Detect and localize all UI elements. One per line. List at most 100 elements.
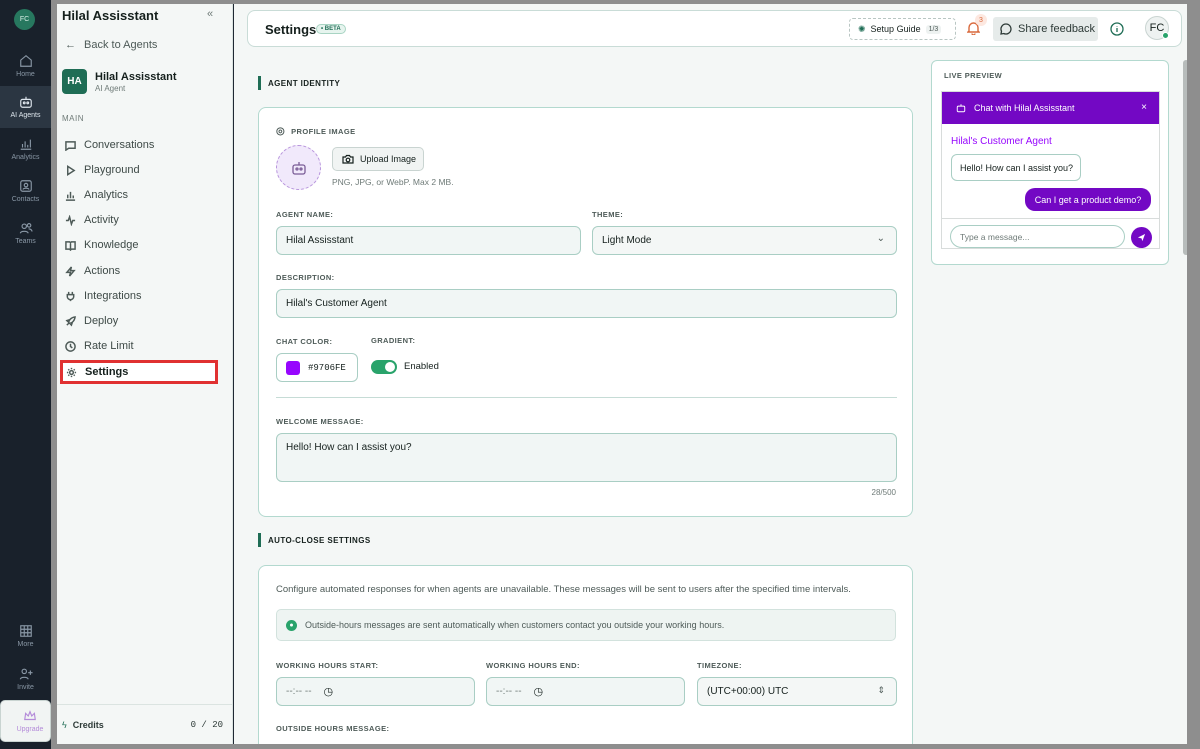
page-header: Settings • BETA ✺ Setup Guide 1/3 3 Shar… xyxy=(247,10,1182,47)
rail-label: AI Agents xyxy=(10,112,41,119)
rail-label: Contacts xyxy=(11,196,40,203)
sidebar-item-label: Conversations xyxy=(84,139,155,151)
sidebar-item-settings[interactable]: Settings xyxy=(60,360,218,384)
notification-count: 3 xyxy=(975,14,987,26)
chat-color-value: #9706FE xyxy=(308,362,346,373)
info-icon[interactable] xyxy=(1110,22,1124,39)
workspace-avatar[interactable]: FC xyxy=(14,9,35,30)
sidebar-item-analytics[interactable]: Analytics xyxy=(62,184,218,206)
sidebar-item-activity[interactable]: Activity xyxy=(62,209,218,231)
arrow-left-icon: ← xyxy=(65,39,76,51)
credits-label: Credits xyxy=(72,719,104,730)
chevron-down-icon: ⌄ xyxy=(876,233,885,244)
send-button[interactable] xyxy=(1131,227,1152,248)
bar-chart-icon xyxy=(65,191,76,201)
sidebar-item-conversations[interactable]: Conversations xyxy=(62,134,218,156)
timezone-value: (UTC+00:00) UTC xyxy=(707,686,789,697)
online-status-dot xyxy=(1162,32,1169,39)
profile-image-placeholder[interactable] xyxy=(276,145,321,190)
chat-input-placeholder: Type a message... xyxy=(960,231,1030,242)
gradient-toggle[interactable] xyxy=(371,360,397,374)
lightning-icon: ϟ xyxy=(62,719,67,730)
rail-item-home[interactable]: Home xyxy=(0,45,51,87)
description-label: DESCRIPTION: xyxy=(276,273,335,282)
sidebar-item-label: Settings xyxy=(85,366,129,378)
rail-label: Analytics xyxy=(11,154,40,161)
working-hours-start-label: WORKING HOURS START: xyxy=(276,661,379,670)
chat-agent-name: Hilal's Customer Agent xyxy=(951,136,1052,147)
description-input[interactable]: Hilal's Customer Agent xyxy=(276,289,897,318)
sidebar-item-label: Playground xyxy=(84,164,140,176)
section-title-auto-close: AUTO-CLOSE SETTINGS xyxy=(258,533,371,547)
sidebar-item-rate-limit[interactable]: Rate Limit xyxy=(62,335,218,357)
clock-icon xyxy=(65,340,76,352)
scrollbar[interactable] xyxy=(1183,60,1187,255)
home-icon xyxy=(19,55,32,67)
working-hours-start-input[interactable]: --:-- -- ◷ xyxy=(276,677,475,706)
bot-message-text: Hello! How can I assist you? xyxy=(960,162,1074,173)
rail-item-ai-agents[interactable]: AI Agents xyxy=(0,86,51,128)
page-title: Settings xyxy=(265,22,317,37)
collapse-icon[interactable]: « xyxy=(207,8,213,20)
rail-label: Teams xyxy=(15,238,36,245)
bot-icon xyxy=(956,104,966,113)
timezone-select[interactable]: (UTC+00:00) UTC ⇕ xyxy=(697,677,897,706)
icon-rail: FC Home AI Agents Analytics Contacts Tea… xyxy=(0,0,51,749)
chat-color-picker[interactable]: #9706FE xyxy=(276,353,358,382)
back-to-agents-link[interactable]: ← Back to Agents xyxy=(65,39,157,51)
gradient-state: Enabled xyxy=(404,361,439,372)
sidebar-item-label: Deploy xyxy=(84,315,119,327)
character-count: 28/500 xyxy=(871,488,896,497)
rail-item-contacts[interactable]: Contacts xyxy=(0,170,51,212)
setup-guide-label: Setup Guide xyxy=(870,24,921,34)
agent-name-input[interactable]: Hilal Assisstant xyxy=(276,226,581,255)
close-icon[interactable]: × xyxy=(1141,102,1147,113)
rail-label: Invite xyxy=(17,684,34,691)
teams-icon xyxy=(19,223,33,234)
working-hours-end-input[interactable]: --:-- -- ◷ xyxy=(486,677,685,706)
sidebar-item-actions[interactable]: Actions xyxy=(62,260,218,282)
rail-label: More xyxy=(17,641,34,648)
upload-image-button[interactable]: Upload Image xyxy=(332,147,424,171)
grid-icon xyxy=(19,625,32,637)
sidebar-item-deploy[interactable]: Deploy xyxy=(62,310,218,332)
clock-icon: ◷ xyxy=(533,686,544,698)
rail-item-invite[interactable]: Invite xyxy=(0,658,51,700)
welcome-message-label: WELCOME MESSAGE: xyxy=(276,417,364,426)
live-preview-panel: LIVE PREVIEW Chat with Hilal Assisstant … xyxy=(931,60,1169,265)
rail-item-teams[interactable]: Teams xyxy=(0,212,51,254)
welcome-message-value: Hello! How can I assist you? xyxy=(286,442,412,453)
auto-close-card: Configure automated responses for when a… xyxy=(258,565,913,744)
divider xyxy=(942,218,1159,219)
bot-message: Hello! How can I assist you? xyxy=(951,154,1081,181)
sidebar-item-playground[interactable]: Playground xyxy=(62,159,218,181)
welcome-message-textarea[interactable]: Hello! How can I assist you? xyxy=(276,433,897,482)
gear-icon xyxy=(66,367,77,377)
agent-card: HA Hilal Assisstant AI Agent xyxy=(62,69,177,94)
agent-name: Hilal Assisstant xyxy=(95,70,177,83)
notifications-button[interactable]: 3 xyxy=(966,14,987,38)
sidebar-item-label: Rate Limit xyxy=(84,340,134,352)
agent-avatar: HA xyxy=(62,69,87,94)
activity-icon xyxy=(65,214,76,226)
agent-name-label: AGENT NAME: xyxy=(276,210,334,219)
window-edge xyxy=(1187,0,1200,749)
beta-badge: • BETA xyxy=(316,24,346,34)
sidebar-item-label: Analytics xyxy=(84,189,129,201)
share-feedback-button[interactable]: Share feedback xyxy=(993,17,1098,41)
sidebar-item-label: Activity xyxy=(84,214,119,226)
sidebar-item-label: Integrations xyxy=(84,290,142,302)
chat-message-input[interactable]: Type a message... xyxy=(950,225,1125,248)
rail-item-more[interactable]: More xyxy=(0,615,51,657)
sidebar-item-knowledge[interactable]: Knowledge xyxy=(62,234,218,256)
theme-select[interactable]: Light Mode ⌄ xyxy=(592,226,897,255)
upload-hint: PNG, JPG, or WebP. Max 2 MB. xyxy=(332,177,454,187)
rail-item-upgrade[interactable]: Upgrade xyxy=(0,700,51,742)
rail-item-analytics[interactable]: Analytics xyxy=(0,128,51,170)
end-time-value: --:-- -- xyxy=(496,686,522,697)
chat-color-label: CHAT COLOR: xyxy=(276,337,333,346)
gradient-label: GRADIENT: xyxy=(371,336,416,345)
sidebar-item-integrations[interactable]: Integrations xyxy=(62,285,218,307)
setup-guide-button[interactable]: ✺ Setup Guide 1/3 xyxy=(849,18,956,40)
user-avatar[interactable]: FC xyxy=(1145,16,1169,40)
